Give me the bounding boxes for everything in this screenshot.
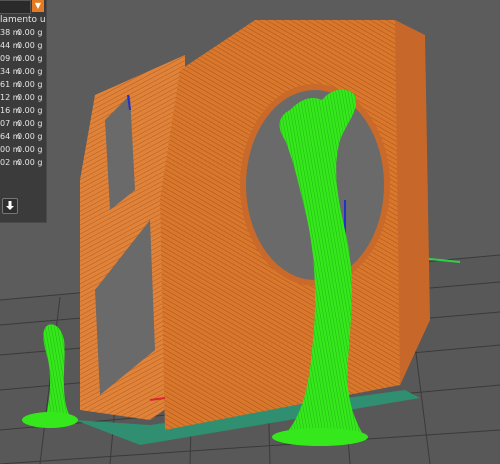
stats-row: 02 m0.00 g: [0, 158, 43, 167]
3d-viewport[interactable]: [0, 0, 500, 464]
stats-row: 00 m0.00 g: [0, 145, 43, 154]
stats-header: lamento usato: [0, 15, 46, 25]
stats-row: 16 m0.00 g: [0, 106, 43, 115]
stats-row: 34 m0.00 g: [0, 67, 43, 76]
stats-row: 09 m0.00 g: [0, 54, 43, 63]
chevron-down-icon[interactable]: ▼: [32, 0, 44, 12]
stats-row: 44 m0.00 g: [0, 41, 43, 50]
stats-row: 38 m0.00 g: [0, 28, 43, 37]
stats-row: 12 m0.00 g: [0, 93, 43, 102]
view-type-combo[interactable]: [0, 0, 31, 14]
stats-row: 64 m0.00 g: [0, 132, 43, 141]
stats-row: 61 m0.00 g: [0, 80, 43, 89]
stats-row: 07 m0.00 g: [0, 119, 43, 128]
tree-support-right-base: [272, 428, 368, 446]
export-button[interactable]: [2, 198, 18, 214]
tree-support-left-base: [22, 412, 78, 428]
download-arrow-icon: [6, 201, 14, 210]
model-right-side: [395, 20, 430, 385]
filament-stats-panel: ▼ lamento usato 38 m0.00 g 44 m0.00 g 09…: [0, 0, 47, 223]
